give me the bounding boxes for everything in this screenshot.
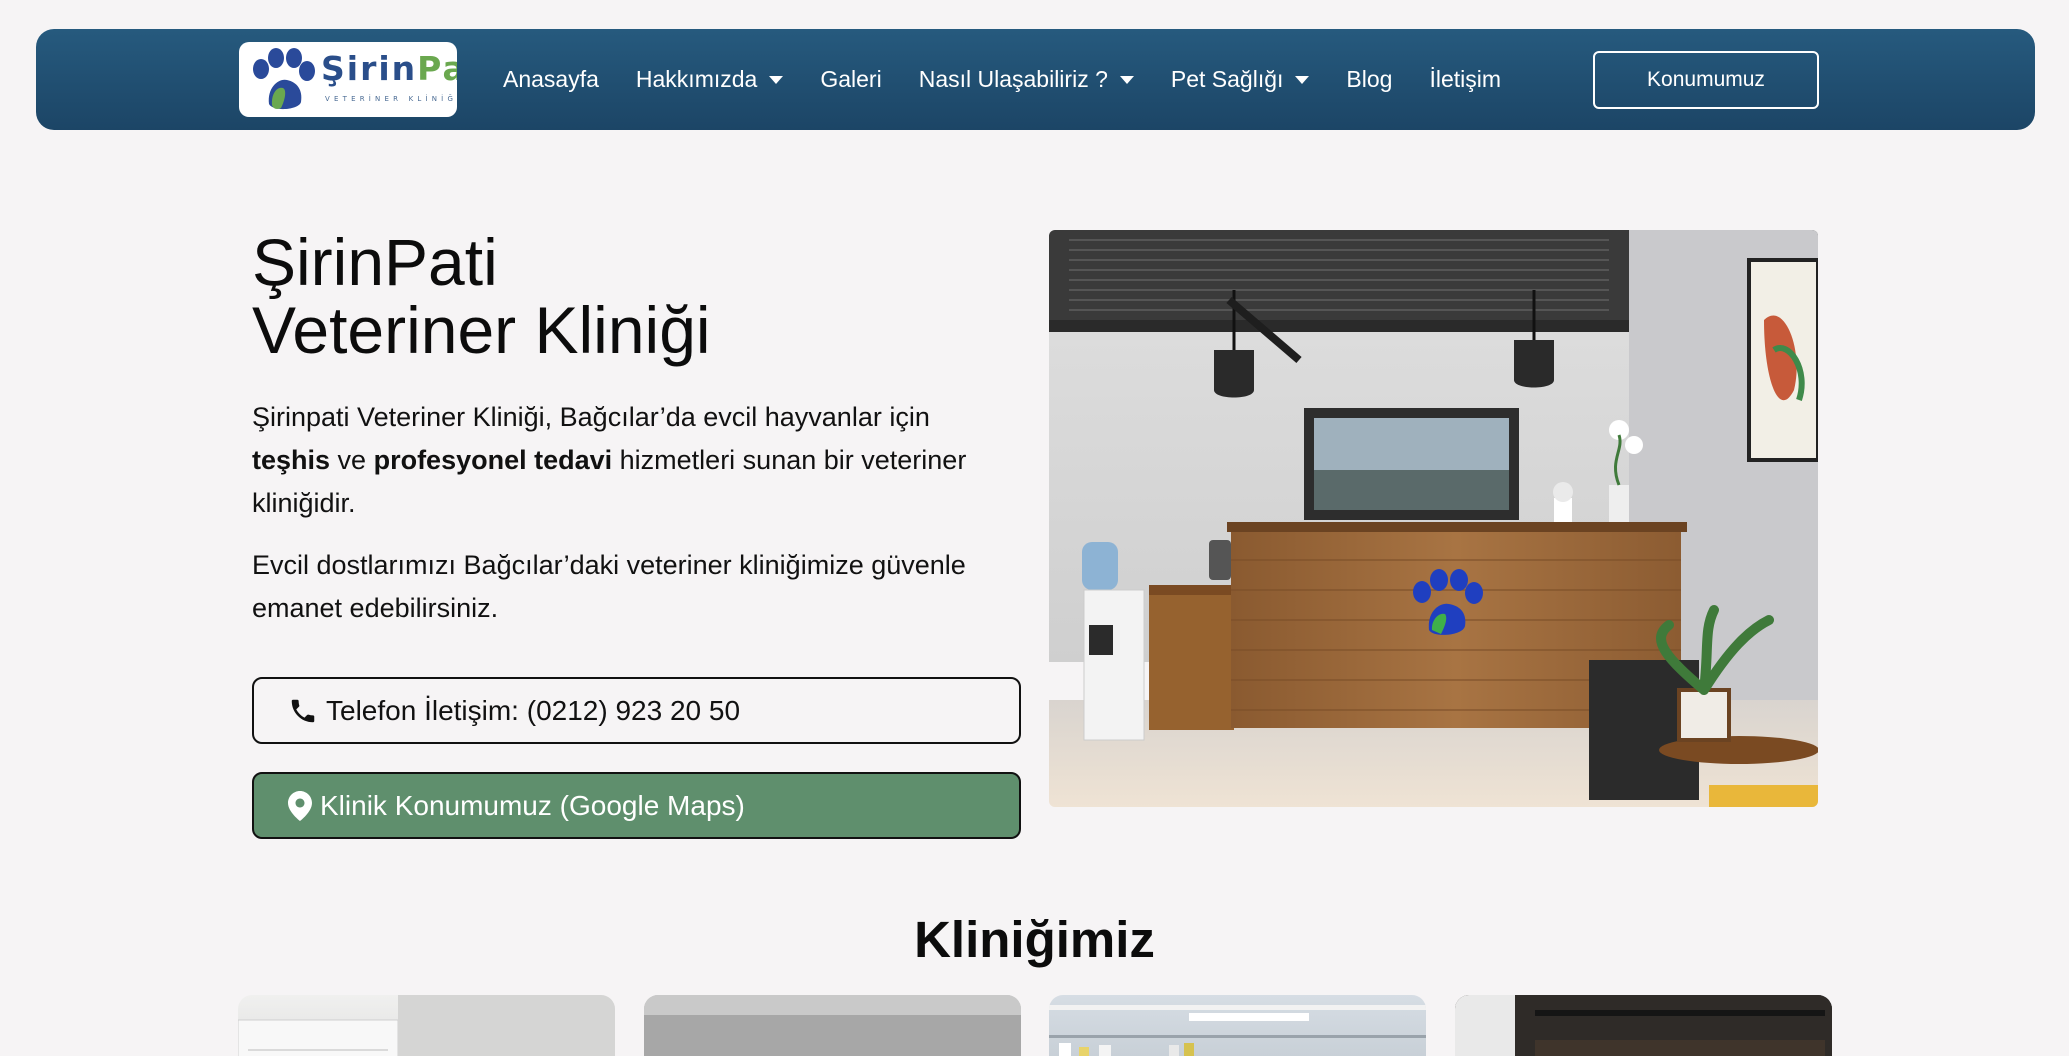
logo-word-sirin: Şirin [321, 49, 418, 88]
nav-label: Blog [1346, 66, 1393, 92]
logo-subtitle: VETERİNER KLİNİĞİ [325, 95, 457, 103]
intro-bold-1: teşhis [252, 445, 331, 475]
map-button-label: Klinik Konumumuz (Google Maps) [320, 789, 745, 821]
nav-label: Nasıl Ulaşabiliriz ? [918, 66, 1108, 92]
nav-anasayfa[interactable]: Anasayfa [503, 66, 599, 93]
title-line-1: ŞirinPati [252, 225, 498, 299]
nav-galeri[interactable]: Galeri [820, 66, 881, 93]
chevron-down-icon [1295, 75, 1310, 84]
clinic-photo-2[interactable] [644, 995, 1021, 1056]
clinic-section-title: Kliniğimiz [914, 911, 1155, 968]
intro-text-2: ve [330, 445, 374, 475]
nav-label: Hakkımızda [635, 66, 758, 92]
site-logo[interactable]: ŞirinPati VETERİNER KLİNİĞİ [239, 42, 457, 117]
site-header: ŞirinPati VETERİNER KLİNİĞİ Anasayfa Hak… [36, 29, 2035, 130]
nav-nasil-ulasabiliriz[interactable]: Nasıl Ulaşabiliriz ? [919, 66, 1134, 93]
intro-text-1: Şirinpati Veteriner Kliniği, Bağcılar’da… [252, 402, 930, 432]
clinic-reception-image [1049, 230, 1818, 807]
clinic-photo-3[interactable] [1049, 995, 1426, 1056]
clinic-photo-4[interactable] [1455, 995, 1832, 1056]
logo-word-pati: Pati [417, 49, 457, 88]
trust-paragraph: Evcil dostlarımızı Bağcılar’daki veterin… [252, 550, 966, 623]
nav-label: Pet Sağlığı [1170, 66, 1284, 92]
phone-contact-button[interactable]: Telefon İletişim: (0212) 923 20 50 [252, 677, 1021, 744]
phone-button-label: Telefon İletişim: (0212) 923 20 50 [326, 694, 741, 726]
title-line-2: Veteriner Kliniği [252, 293, 711, 367]
clinic-photo-1[interactable] [238, 995, 615, 1056]
nav-pet-sagligi[interactable]: Pet Sağlığı [1171, 66, 1310, 93]
nav-hakkimizda[interactable]: Hakkımızda [635, 66, 784, 93]
google-maps-button[interactable]: Klinik Konumumuz (Google Maps) [252, 772, 1021, 839]
nav-iletisim[interactable]: İletişim [1429, 66, 1501, 93]
intro-paragraph: Şirinpati Veteriner Kliniği, Bağcılar’da… [252, 396, 972, 525]
nav-label: Galeri [820, 66, 882, 92]
chevron-down-icon [1119, 75, 1134, 84]
nav-label: İletişim [1429, 66, 1502, 92]
main-nav: Anasayfa Hakkımızda Galeri Nasıl Ulaşabi… [503, 29, 1538, 130]
nav-label: Anasayfa [503, 66, 599, 92]
location-button[interactable]: Konumumuz [1593, 51, 1819, 109]
map-marker-icon [288, 790, 312, 821]
nav-blog[interactable]: Blog [1346, 66, 1392, 93]
chevron-down-icon [769, 75, 784, 84]
page-title: ŞirinPati Veteriner Kliniği [252, 228, 1012, 364]
phone-icon [288, 696, 318, 726]
intro-bold-2: profesyonel tedavi [373, 445, 613, 475]
